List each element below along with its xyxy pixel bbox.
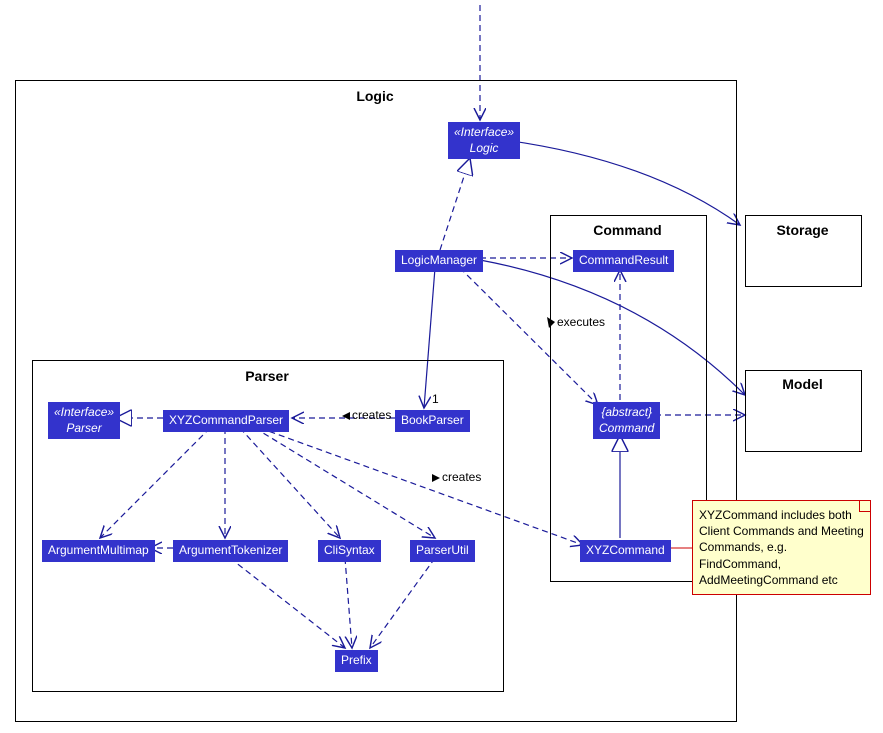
package-parser-title: Parser (32, 368, 502, 384)
class-interface-logic: «Interface» Logic (448, 122, 520, 159)
class-abstract-command: {abstract} Command (593, 402, 660, 439)
label-executes: executes (557, 315, 605, 329)
class-cli-syntax: CliSyntax (318, 540, 381, 562)
package-logic-title: Logic (15, 88, 735, 104)
class-argument-multimap: ArgumentMultimap (42, 540, 155, 562)
package-storage-title: Storage (745, 222, 860, 238)
note-xyzcommand: XYZCommand includes both Client Commands… (692, 500, 871, 595)
class-xyz-parser: XYZCommandParser (163, 410, 289, 432)
class-prefix: Prefix (335, 650, 378, 672)
class-xyz-command: XYZCommand (580, 540, 671, 562)
class-interface-parser: «Interface» Parser (48, 402, 120, 439)
package-command-title: Command (550, 222, 705, 238)
class-argument-tokenizer: ArgumentTokenizer (173, 540, 288, 562)
class-book-parser: BookParser (395, 410, 470, 432)
class-logic-manager: LogicManager (395, 250, 483, 272)
label-creates-2: creates (442, 470, 481, 484)
label-creates-1: creates (352, 408, 391, 422)
class-parser-util: ParserUtil (410, 540, 475, 562)
class-command-result: CommandResult (573, 250, 674, 272)
package-model-title: Model (745, 376, 860, 392)
label-multiplicity-1: 1 (432, 392, 439, 406)
